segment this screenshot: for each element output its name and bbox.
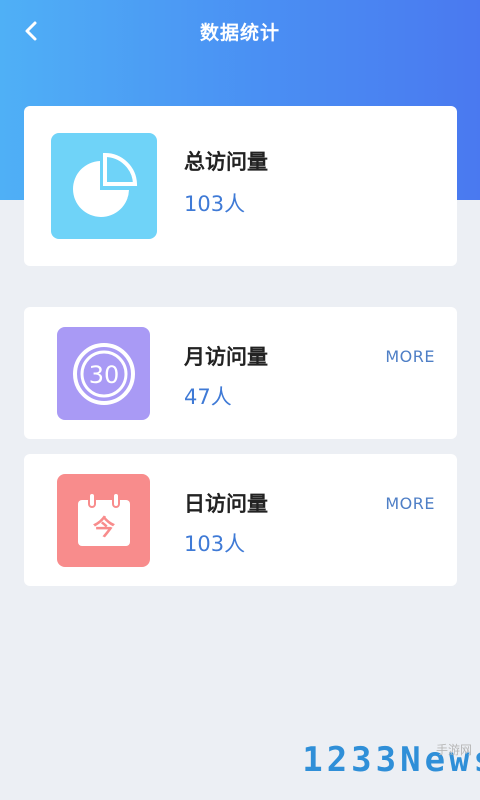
monthly-visits-card[interactable]: 30 月访问量 47人 MORE (24, 307, 457, 439)
total-visits-card: 总访问量 103人 (24, 106, 457, 266)
monthly-visits-value: 47人 (184, 385, 232, 409)
total-visits-label: 总访问量 (184, 150, 268, 174)
monthly-visits-icon-box: 30 (57, 327, 150, 420)
calendar-30-icon: 30 (72, 342, 135, 405)
daily-visits-card[interactable]: 今 日访问量 103人 MORE (24, 454, 457, 586)
total-visits-value: 103人 (184, 192, 246, 216)
calendar-today-icon-text: 今 (92, 515, 114, 541)
watermark: 1233News 手游网 (302, 740, 480, 780)
monthly-visits-label: 月访问量 (184, 345, 268, 369)
daily-visits-value: 103人 (184, 532, 246, 556)
daily-visits-icon-box: 今 (57, 474, 150, 567)
daily-visits-label: 日访问量 (184, 492, 268, 516)
page-title: 数据统计 (199, 21, 280, 44)
top-bar: 数据统计 (0, 0, 480, 62)
chevron-left-icon (25, 21, 37, 41)
calendar-today-icon: 今 (77, 491, 130, 546)
total-visits-icon-box (51, 133, 157, 239)
monthly-more-link[interactable]: MORE (385, 347, 435, 366)
back-button[interactable] (14, 14, 48, 48)
watermark-subtext: 手游网 (435, 743, 472, 757)
calendar-30-icon-text: 30 (88, 361, 119, 389)
pie-chart-icon (73, 152, 138, 217)
daily-more-link[interactable]: MORE (385, 494, 435, 513)
